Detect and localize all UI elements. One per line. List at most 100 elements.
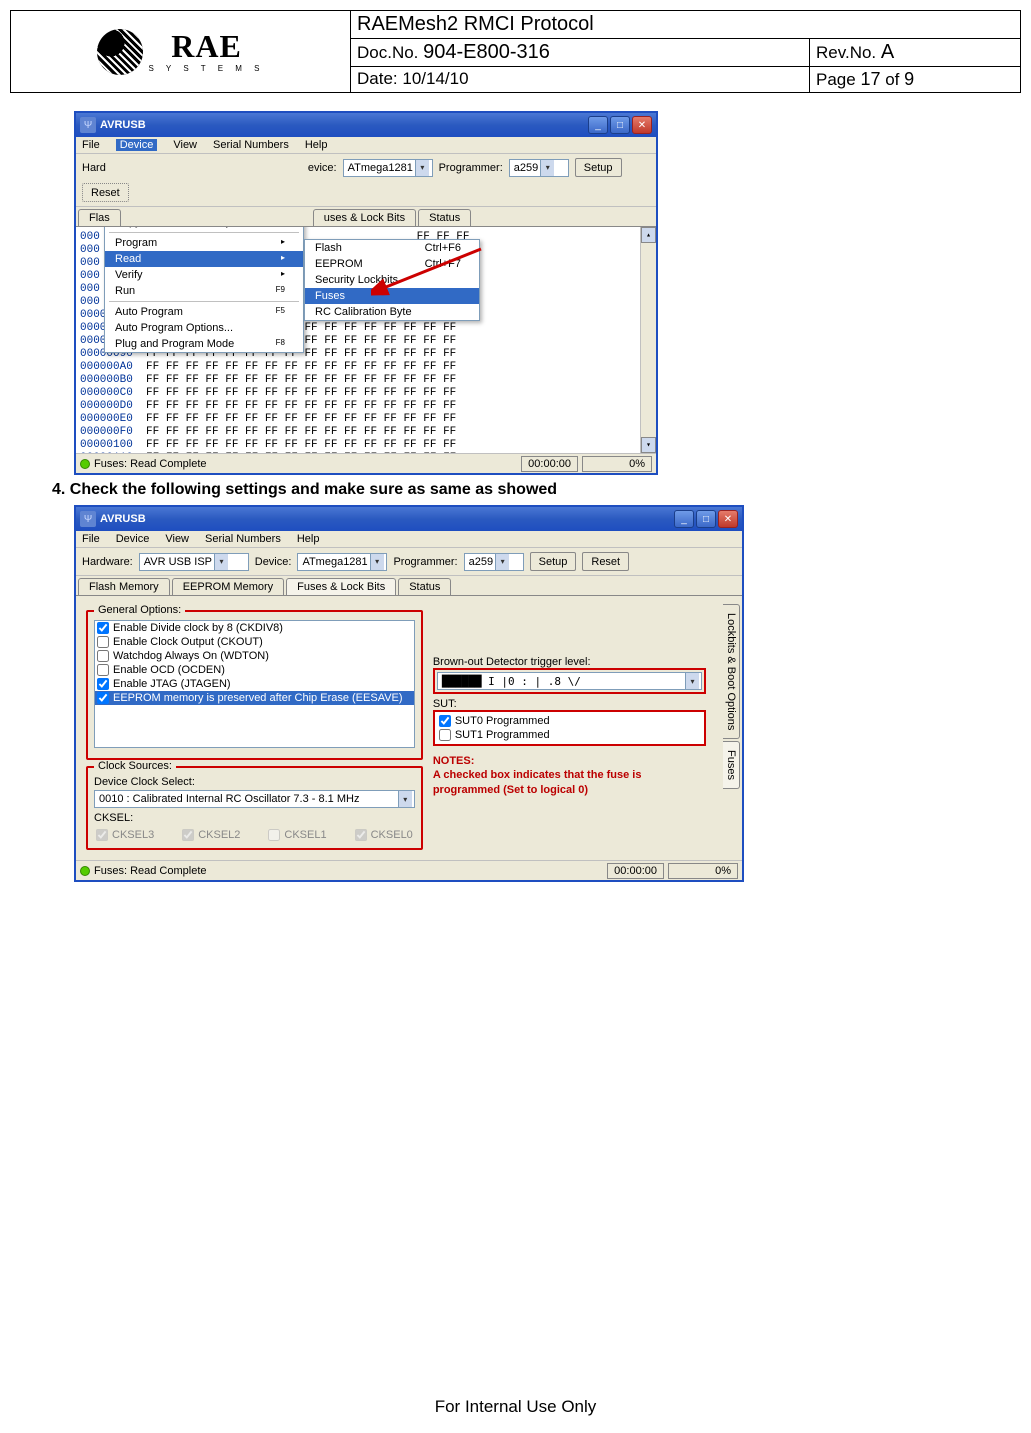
tab-fuses[interactable]: uses & Lock Bits [313,209,416,226]
reset-button[interactable]: Reset [82,183,129,202]
tab-fuses[interactable]: Fuses & Lock Bits [286,578,396,595]
menu-file[interactable]: File [82,533,100,545]
menu-separator [109,232,299,233]
bod-dropdown[interactable]: ██████ I |0 : | .8 \/▾ [437,672,702,690]
setup-button[interactable]: Setup [575,158,622,177]
cksel-label: CKSEL1 [284,829,326,841]
minimize-button[interactable]: _ [588,116,608,134]
sut1-checkbox[interactable]: SUT1 Programmed [437,728,702,742]
minimize-button[interactable]: _ [674,510,694,528]
date-label: Date: [357,69,402,88]
hex-row: 00000100 FF FF FF FF FF FF FF FF FF FF F… [80,439,652,452]
maximize-button[interactable]: □ [610,116,630,134]
menu-view[interactable]: View [165,533,189,545]
titlebar[interactable]: Ψ AVRUSB _ □ ✕ [76,507,742,531]
programmer-dropdown[interactable]: a259▾ [509,159,569,177]
reset-button[interactable]: Reset [582,552,629,571]
programmer-label: Programmer: [393,556,457,568]
status-percent: 0% [582,456,652,472]
tab-status[interactable]: Status [418,209,471,226]
device-value: ATmega1281 [302,556,367,568]
sut0-checkbox[interactable]: SUT0 Programmed [437,714,702,728]
option-label: Enable JTAG (JTAGEN) [113,678,231,690]
chevron-down-icon: ▾ [398,791,412,807]
programmer-value: a259 [514,162,538,174]
hex-row: 000000C0 FF FF FF FF FF FF FF FF FF FF F… [80,387,652,400]
menu-view[interactable]: View [173,139,197,151]
menu-serial[interactable]: Serial Numbers [205,533,281,545]
notes-title: NOTES: [433,754,706,768]
status-text: Fuses: Read Complete [94,865,607,877]
status-text: Fuses: Read Complete [94,458,521,470]
hex-view: 000 FF FF FF000 FF FF FF000 FF FF FF000 [76,227,656,453]
date-value: 10/14/10 [402,69,468,88]
general-options-group: General Options: Enable Divide clock by … [86,610,423,760]
scroll-track[interactable] [641,243,656,437]
option-checkbox[interactable]: Enable JTAG (JTAGEN) [95,677,414,691]
device-dropdown[interactable]: ATmega1281▾ [343,159,433,177]
hardware-label: Hard [82,162,106,174]
option-checkbox[interactable]: Watchdog Always On (WDTON) [95,649,414,663]
hex-row: 000000D0 FF FF FF FF FF FF FF FF FF FF F… [80,400,652,413]
page-of: of [880,70,904,89]
menu-file[interactable]: File [82,139,100,151]
option-label: Enable OCD (OCDEN) [113,664,225,676]
cksel-checkbox: CKSEL1 [266,828,328,842]
menu-item[interactable]: Verify▸ [105,267,303,283]
maximize-button[interactable]: □ [696,510,716,528]
menu-item[interactable]: Program▸ [105,235,303,251]
vtab-lockbits[interactable]: Lockbits & Boot Options [723,604,740,739]
clock-label: Device Clock Select: [94,776,415,788]
scroll-up-button[interactable]: ▴ [641,227,656,243]
page-total: 9 [904,69,914,89]
logo-subbrand: S Y S T E M S [149,64,265,73]
menu-item[interactable]: Copy RC Calibration Byte [105,227,303,230]
option-checkbox[interactable]: Enable OCD (OCDEN) [95,663,414,677]
option-checkbox[interactable]: EEPROM memory is preserved after Chip Er… [95,691,414,705]
menu-serial[interactable]: Serial Numbers [213,139,289,151]
close-button[interactable]: ✕ [632,116,652,134]
rev-value: A [881,41,894,63]
hex-row: 000000F0 FF FF FF FF FF FF FF FF FF FF F… [80,426,652,439]
hardware-dropdown[interactable]: AVR USB ISP▾ [139,553,249,571]
submenu-item[interactable]: EEPROMCtrl+F7 [305,256,479,272]
menu-item[interactable]: Read▸ [105,251,303,267]
read-submenu: FlashCtrl+F6EEPROMCtrl+F7Security Lockbi… [304,239,480,321]
submenu-item[interactable]: Security Lockbits [305,272,479,288]
tab-flash[interactable]: Flash Memory [78,578,170,595]
tab-eeprom[interactable]: EEPROM Memory [172,578,284,595]
menu-item[interactable]: Plug and Program ModeF8 [105,336,303,352]
clock-select-dropdown[interactable]: 0010 : Calibrated Internal RC Oscillator… [94,790,415,808]
window-title: AVRUSB [100,119,146,131]
device-dropdown[interactable]: ATmega1281▾ [297,553,387,571]
option-checkbox[interactable]: Enable Clock Output (CKOUT) [95,635,414,649]
tab-status[interactable]: Status [398,578,451,595]
vtab-fuses[interactable]: Fuses [723,741,740,789]
cksel-checkbox: CKSEL3 [94,828,156,842]
scroll-down-button[interactable]: ▾ [641,437,656,453]
cksel-label: CKSEL0 [371,829,413,841]
cksel-label: CKSEL: [94,812,415,824]
submenu-item[interactable]: FlashCtrl+F6 [305,240,479,256]
menu-item[interactable]: RunF9 [105,283,303,299]
scrollbar[interactable]: ▴ ▾ [640,227,656,453]
close-button[interactable]: ✕ [718,510,738,528]
menu-device[interactable]: Device [116,139,158,151]
tab-flash[interactable]: Flas [78,209,121,226]
setup-button[interactable]: Setup [530,552,577,571]
option-checkbox[interactable]: Enable Divide clock by 8 (CKDIV8) [95,621,414,635]
content-tabs: Flas uses & Lock Bits Status [76,209,656,227]
submenu-item[interactable]: RC Calibration Byte [305,304,479,320]
status-led-icon [80,459,90,469]
option-label: EEPROM memory is preserved after Chip Er… [113,692,403,704]
menu-help[interactable]: Help [297,533,320,545]
top-controls: Hard evice: ATmega1281▾ Programmer: a259… [76,154,656,207]
menu-item[interactable]: Auto Program Options... [105,320,303,336]
menu-item[interactable]: Auto ProgramF5 [105,304,303,320]
menu-device[interactable]: Device [116,533,150,545]
titlebar[interactable]: Ψ AVRUSB _ □ ✕ [76,113,656,137]
submenu-item[interactable]: Fuses [305,288,479,304]
document-header: RAE S Y S T E M S RAEMesh2 RMCI Protocol… [10,10,1021,93]
programmer-dropdown[interactable]: a259▾ [464,553,524,571]
menu-help[interactable]: Help [305,139,328,151]
